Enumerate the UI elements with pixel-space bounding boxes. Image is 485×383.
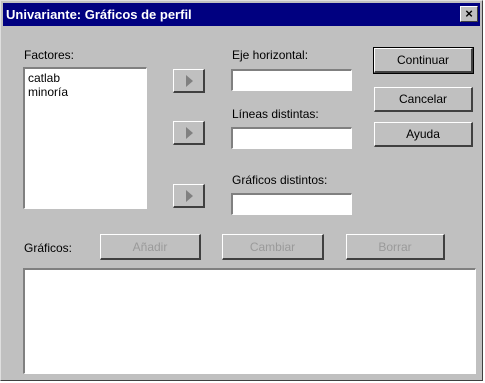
horizontal-axis-label: Eje horizontal: xyxy=(232,48,309,62)
add-label: Añadir xyxy=(132,240,168,254)
triangle-right-icon xyxy=(185,74,193,87)
separate-lines-field[interactable] xyxy=(231,127,352,149)
profile-plots-dialog: Univariante: Gráficos de perfil × Factor… xyxy=(0,0,483,381)
help-button[interactable]: Ayuda xyxy=(374,122,473,147)
title-bar: Univariante: Gráficos de perfil × xyxy=(3,3,480,26)
factors-label: Factores: xyxy=(24,48,75,62)
separate-plots-field[interactable] xyxy=(231,193,352,215)
plots-listbox[interactable] xyxy=(23,268,476,374)
plots-label: Gráficos: xyxy=(24,241,73,255)
triangle-right-icon xyxy=(185,189,193,202)
move-to-horizontal-button[interactable] xyxy=(173,69,205,93)
move-to-lines-button[interactable] xyxy=(173,121,205,145)
add-button[interactable]: Añadir xyxy=(100,234,201,260)
separate-lines-label: Líneas distintas: xyxy=(232,107,319,121)
window-title: Univariante: Gráficos de perfil xyxy=(6,7,192,22)
horizontal-axis-field[interactable] xyxy=(231,69,352,91)
cancel-label: Cancelar xyxy=(398,92,448,106)
triangle-right-icon xyxy=(185,126,193,139)
factor-item-minoria[interactable]: minoría xyxy=(28,85,68,99)
continue-label: Continuar xyxy=(396,53,450,67)
factor-item-catlab[interactable]: catlab xyxy=(28,71,60,85)
separate-plots-label: Gráficos distintos: xyxy=(232,173,328,187)
change-button[interactable]: Cambiar xyxy=(222,234,324,260)
close-button[interactable]: × xyxy=(460,6,478,22)
help-label: Ayuda xyxy=(406,127,440,141)
continue-button[interactable]: Continuar xyxy=(373,47,474,74)
move-to-plots-button[interactable] xyxy=(173,184,205,208)
close-icon: × xyxy=(465,6,473,21)
remove-label: Borrar xyxy=(378,240,412,254)
remove-button[interactable]: Borrar xyxy=(346,234,445,260)
cancel-button[interactable]: Cancelar xyxy=(374,87,473,112)
factors-listbox[interactable]: catlab minoría xyxy=(23,67,147,209)
change-label: Cambiar xyxy=(249,240,296,254)
